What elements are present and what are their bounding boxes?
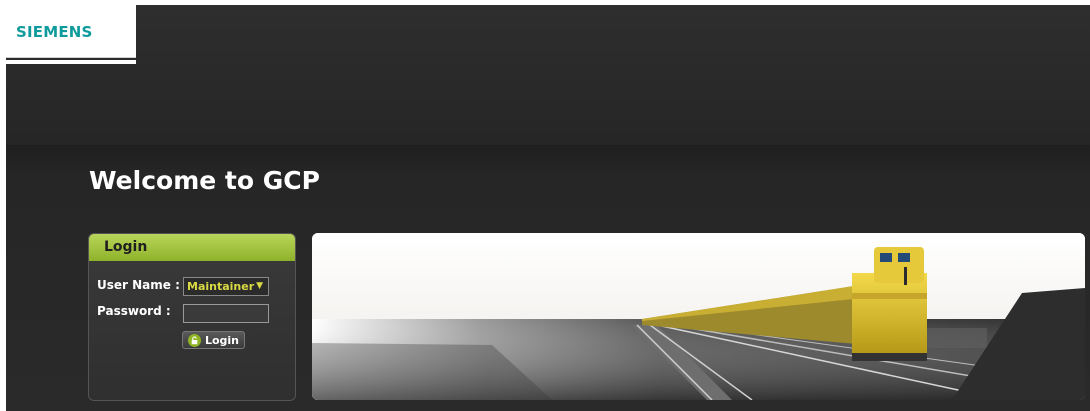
password-field[interactable]: [183, 304, 269, 323]
password-label: Password :: [97, 304, 171, 318]
login-panel: Login User Name : Maintainer ▼ Password …: [88, 233, 296, 401]
train-photo: [312, 233, 1085, 400]
train-banner-image: [312, 233, 1085, 400]
lock-icon: [187, 333, 201, 347]
brand-logo-text: SIEMENS: [16, 23, 93, 41]
top-header-bar: [6, 5, 1090, 145]
username-label: User Name :: [97, 278, 180, 292]
login-button[interactable]: Login: [182, 331, 245, 349]
siemens-logo: SIEMENS: [6, 5, 136, 58]
login-button-label: Login: [204, 333, 240, 347]
username-select[interactable]: Maintainer ▼: [183, 277, 269, 296]
logo-underline: [6, 60, 136, 64]
login-panel-header: Login: [89, 234, 295, 261]
chevron-down-icon: ▼: [256, 281, 263, 291]
page-title: Welcome to GCP: [89, 166, 320, 195]
username-select-value: Maintainer: [187, 280, 255, 293]
